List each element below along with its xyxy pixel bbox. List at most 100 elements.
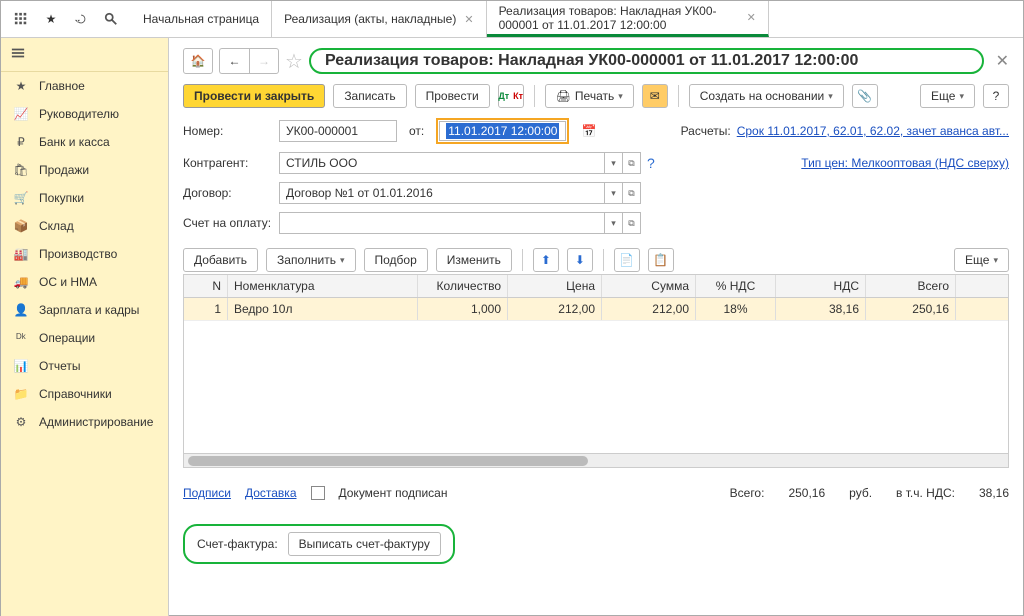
date-highlight: 11.01.2017 12:00:00 [436, 118, 569, 144]
scrollbar[interactable] [183, 454, 1009, 468]
select-button[interactable]: Подбор [364, 248, 428, 272]
print-button[interactable]: 🖨Печать [545, 84, 634, 108]
col-total[interactable]: Всего [866, 275, 956, 297]
invoice-input[interactable] [279, 212, 605, 234]
star-icon[interactable]: ★ [37, 5, 65, 33]
help-button[interactable]: ? [983, 84, 1009, 108]
home-button[interactable]: 🏠 [183, 48, 213, 74]
cell-total: 250,16 [866, 298, 956, 320]
open-icon[interactable]: ⧉ [623, 212, 641, 234]
more-button[interactable]: Еще [920, 84, 975, 108]
fill-button[interactable]: Заполнить [266, 248, 355, 272]
col-price[interactable]: Цена [508, 275, 602, 297]
sidebar-item-label: Банк и касса [39, 135, 110, 149]
sidebar-item-operations[interactable]: ᴰᵏОперации [1, 324, 168, 352]
totals: Всего: 250,16 руб. в т.ч. НДС: 38,16 [730, 486, 1009, 500]
row-invoice: Счет на оплату: ▾ ⧉ [183, 212, 1009, 234]
apps-icon[interactable] [7, 5, 35, 33]
col-vat[interactable]: НДС [776, 275, 866, 297]
col-n[interactable]: N [184, 275, 228, 297]
separator [534, 85, 535, 107]
move-up-button[interactable]: ⬆ [533, 248, 559, 272]
close-icon[interactable]: ✕ [747, 11, 756, 24]
post-button[interactable]: Провести [415, 84, 490, 108]
open-icon[interactable]: ⧉ [623, 152, 641, 174]
tab-label: Реализация товаров: Накладная УК00-00000… [499, 4, 739, 32]
sidebar-item-manager[interactable]: 📈 Руководителю [1, 100, 168, 128]
dropdown-icon[interactable]: ▾ [605, 182, 623, 204]
dropdown-icon[interactable]: ▾ [605, 152, 623, 174]
paste-button[interactable]: 📋 [648, 248, 674, 272]
truck-icon: 🚚 [13, 275, 29, 289]
calc-link[interactable]: Срок 11.01.2017, 62.01, 62.02, зачет ава… [737, 124, 1009, 138]
back-button[interactable]: ← [219, 48, 249, 74]
col-vatp[interactable]: % НДС [696, 275, 776, 297]
mail-button[interactable]: ✉ [642, 84, 668, 108]
grid: N Номенклатура Количество Цена Сумма % Н… [183, 274, 1009, 454]
col-sum[interactable]: Сумма [602, 275, 696, 297]
sidebar-item-production[interactable]: 🏭Производство [1, 240, 168, 268]
table-row[interactable]: 1 Ведро 10л 1,000 212,00 212,00 18% 38,1… [184, 298, 1008, 321]
search-icon[interactable] [97, 5, 125, 33]
sidebar-item-purchases[interactable]: 🛒Покупки [1, 184, 168, 212]
sidebar-item-label: Руководителю [39, 107, 119, 121]
toolbar: Провести и закрыть Записать Провести ДᴛК… [183, 84, 1009, 108]
calendar-icon[interactable]: 📅 [581, 124, 596, 138]
close-button[interactable]: ✕ [996, 51, 1009, 71]
signed-checkbox[interactable] [311, 486, 325, 500]
copy-button[interactable]: 📄 [614, 248, 640, 272]
sidebar-item-sales[interactable]: 🛍Продажи [1, 156, 168, 184]
create-based-button[interactable]: Создать на основании [689, 84, 844, 108]
attach-button[interactable]: 📎 [852, 84, 878, 108]
counterparty-input[interactable]: СТИЛЬ ООО [279, 152, 605, 174]
move-down-button[interactable]: ⬇ [567, 248, 593, 272]
sidebar-item-label: Операции [39, 331, 95, 345]
post-and-close-button[interactable]: Провести и закрыть [183, 84, 325, 108]
open-icon[interactable]: ⧉ [623, 182, 641, 204]
write-invoice-button[interactable]: Выписать счет-фактуру [288, 532, 441, 556]
sidebar-item-label: Главное [39, 79, 85, 93]
scrollbar-thumb[interactable] [188, 456, 588, 466]
sidebar-item-reports[interactable]: 📊Отчеты [1, 352, 168, 380]
dropdown-icon[interactable]: ▾ [605, 212, 623, 234]
price-type-link[interactable]: Тип цен: Мелкооптовая (НДС сверху) [801, 156, 1009, 170]
change-button[interactable]: Изменить [436, 248, 512, 272]
sidebar-toggle[interactable] [1, 38, 168, 72]
history-icon[interactable] [67, 5, 95, 33]
contract-input[interactable]: Договор №1 от 01.01.2016 [279, 182, 605, 204]
dt-kt-button[interactable]: ДᴛКᴛ [498, 84, 524, 108]
col-name[interactable]: Номенклатура [228, 275, 418, 297]
sidebar-item-salary[interactable]: 👤Зарплата и кадры [1, 296, 168, 324]
number-label: Номер: [183, 124, 273, 138]
add-button[interactable]: Добавить [183, 248, 258, 272]
close-icon[interactable]: ✕ [464, 13, 473, 26]
col-qty[interactable]: Количество [418, 275, 508, 297]
sidebar-item-admin[interactable]: ⚙Администрирование [1, 408, 168, 436]
number-input[interactable]: УК00-000001 [279, 120, 397, 142]
bag-icon: 🛍 [13, 163, 29, 177]
cell-name: Ведро 10л [228, 298, 418, 320]
signatures-link[interactable]: Подписи [183, 486, 231, 500]
chart-icon: 📈 [13, 107, 29, 121]
sidebar-item-catalogs[interactable]: 📁Справочники [1, 380, 168, 408]
delivery-link[interactable]: Доставка [245, 486, 297, 500]
grid-body[interactable]: 1 Ведро 10л 1,000 212,00 212,00 18% 38,1… [184, 298, 1008, 453]
sidebar-item-bank[interactable]: ₽Банк и касса [1, 128, 168, 156]
tab-document[interactable]: Реализация товаров: Накладная УК00-00000… [487, 1, 769, 37]
tab-home[interactable]: Начальная страница [131, 1, 272, 37]
date-input[interactable]: 11.01.2017 12:00:00 [439, 121, 566, 141]
sidebar-item-assets[interactable]: 🚚ОС и НМА [1, 268, 168, 296]
tab-sales[interactable]: Реализация (акты, накладные)✕ [272, 1, 486, 37]
favorite-star-icon[interactable]: ☆ [285, 49, 303, 74]
forward-button[interactable]: → [249, 48, 279, 74]
help-icon[interactable]: ? [647, 155, 655, 171]
top-strip: ★ Начальная страница Реализация (акты, н… [1, 1, 1023, 38]
signed-label: Документ подписан [339, 486, 448, 500]
table-more-button[interactable]: Еще [954, 248, 1009, 272]
sidebar-item-main[interactable]: ★Главное [1, 72, 168, 100]
grid-header: N Номенклатура Количество Цена Сумма % Н… [184, 275, 1008, 298]
person-icon: 👤 [13, 303, 29, 317]
sidebar-item-warehouse[interactable]: 📦Склад [1, 212, 168, 240]
write-button[interactable]: Записать [333, 84, 406, 108]
row-contract: Договор: Договор №1 от 01.01.2016 ▾ ⧉ [183, 182, 1009, 204]
